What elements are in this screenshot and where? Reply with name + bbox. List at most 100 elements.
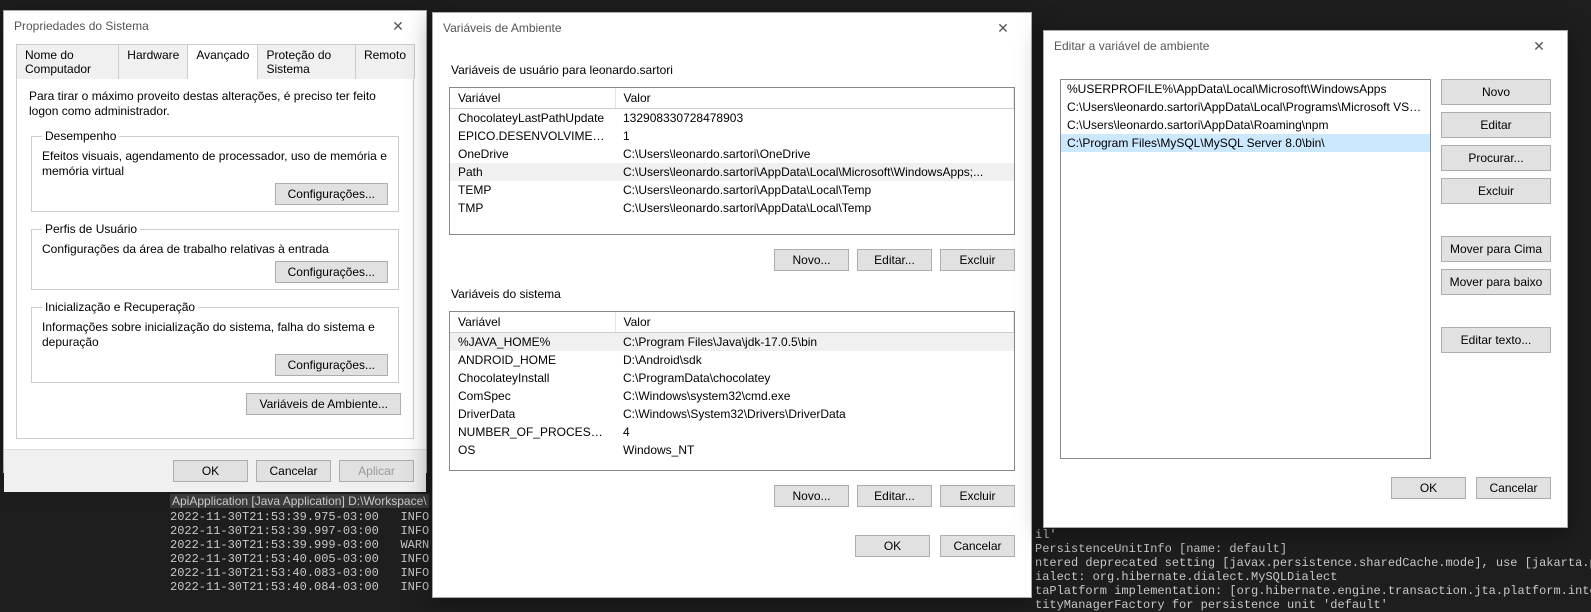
- table-row[interactable]: TMPC:\Users\leonardo.sartori\AppData\Loc…: [450, 199, 1014, 217]
- user-vars-table[interactable]: Variável Valor ChocolateyLastPathUpdate1…: [449, 87, 1015, 235]
- var-name: ANDROID_HOME: [450, 351, 615, 369]
- var-name: DriverData: [450, 405, 615, 423]
- table-row[interactable]: DriverDataC:\Windows\System32\Drivers\Dr…: [450, 405, 1014, 423]
- console-output: 2022-11-30T21:53:39.975-03:00 INFO 1 202…: [170, 510, 444, 594]
- group-text: Configurações da área de trabalho relati…: [42, 242, 388, 257]
- environment-variables-dialog: Variáveis de Ambiente ✕ Variáveis de usu…: [432, 12, 1032, 598]
- startup-recovery-settings-button[interactable]: Configurações...: [275, 354, 388, 376]
- var-value: C:\Windows\system32\cmd.exe: [615, 387, 1014, 405]
- dialog-title: Editar a variável de ambiente: [1054, 39, 1519, 53]
- titlebar[interactable]: Propriedades do Sistema ✕: [4, 11, 426, 41]
- col-value[interactable]: Valor: [615, 88, 1014, 109]
- dialog-title: Propriedades do Sistema: [14, 19, 378, 33]
- user-new-button[interactable]: Novo...: [774, 249, 849, 271]
- delete-button[interactable]: Excluir: [1441, 178, 1551, 204]
- col-variable[interactable]: Variável: [450, 88, 615, 109]
- var-name: NUMBER_OF_PROCESSORS: [450, 423, 615, 441]
- table-row[interactable]: ChocolateyInstallC:\ProgramData\chocolat…: [450, 369, 1014, 387]
- list-item[interactable]: C:\Program Files\MySQL\MySQL Server 8.0\…: [1061, 134, 1430, 152]
- group-title: Perfis de Usuário: [42, 222, 140, 236]
- move-down-button[interactable]: Mover para baixo: [1441, 269, 1551, 295]
- var-value: C:\Users\leonardo.sartori\AppData\Local\…: [615, 163, 1014, 181]
- table-row[interactable]: OneDriveC:\Users\leonardo.sartori\OneDri…: [450, 145, 1014, 163]
- list-item[interactable]: %USERPROFILE%\AppData\Local\Microsoft\Wi…: [1061, 80, 1430, 98]
- tab-computer-name[interactable]: Nome do Computador: [16, 44, 119, 79]
- system-vars-label: Variáveis do sistema: [451, 287, 1015, 301]
- run-config-label: ApiApplication [Java Application] D:\Wor…: [170, 494, 429, 508]
- user-delete-button[interactable]: Excluir: [940, 249, 1015, 271]
- dialog-footer: OK Cancelar Aplicar: [4, 449, 426, 492]
- titlebar[interactable]: Editar a variável de ambiente ✕: [1044, 31, 1567, 61]
- var-name: TEMP: [450, 181, 615, 199]
- group-title: Inicialização e Recuperação: [42, 300, 198, 314]
- performance-settings-button[interactable]: Configurações...: [275, 183, 388, 205]
- table-row[interactable]: ComSpecC:\Windows\system32\cmd.exe: [450, 387, 1014, 405]
- path-entries-list[interactable]: %USERPROFILE%\AppData\Local\Microsoft\Wi…: [1060, 79, 1431, 459]
- system-properties-dialog: Propriedades do Sistema ✕ Nome do Comput…: [3, 10, 427, 473]
- var-value: C:\Windows\System32\Drivers\DriverData: [615, 405, 1014, 423]
- group-text: Efeitos visuais, agendamento de processa…: [42, 149, 388, 179]
- list-item[interactable]: C:\Users\leonardo.sartori\AppData\Roamin…: [1061, 116, 1430, 134]
- console-output-right: il' PersistenceUnitInfo [name: default] …: [1035, 528, 1591, 612]
- col-variable[interactable]: Variável: [450, 312, 615, 333]
- move-up-button[interactable]: Mover para Cima: [1441, 236, 1551, 262]
- cancel-button[interactable]: Cancelar: [256, 460, 331, 482]
- tab-system-protection[interactable]: Proteção do Sistema: [257, 44, 355, 79]
- var-value: 132908330728478903: [615, 109, 1014, 128]
- ok-button[interactable]: OK: [1391, 477, 1466, 499]
- var-name: TMP: [450, 199, 615, 217]
- cancel-button[interactable]: Cancelar: [940, 535, 1015, 557]
- close-icon[interactable]: ✕: [1519, 32, 1559, 60]
- table-row[interactable]: ChocolateyLastPathUpdate1329083307284789…: [450, 109, 1014, 128]
- var-value: C:\Users\leonardo.sartori\AppData\Local\…: [615, 181, 1014, 199]
- sys-edit-button[interactable]: Editar...: [857, 485, 932, 507]
- sys-delete-button[interactable]: Excluir: [940, 485, 1015, 507]
- table-row[interactable]: OSWindows_NT: [450, 441, 1014, 459]
- table-row[interactable]: PathC:\Users\leonardo.sartori\AppData\Lo…: [450, 163, 1014, 181]
- table-row[interactable]: TEMPC:\Users\leonardo.sartori\AppData\Lo…: [450, 181, 1014, 199]
- apply-button[interactable]: Aplicar: [339, 460, 414, 482]
- cancel-button[interactable]: Cancelar: [1476, 477, 1551, 499]
- close-icon[interactable]: ✕: [378, 12, 418, 40]
- edit-environment-variable-dialog: Editar a variável de ambiente ✕ %USERPRO…: [1043, 30, 1568, 528]
- ok-button[interactable]: OK: [173, 460, 248, 482]
- browse-button[interactable]: Procurar...: [1441, 145, 1551, 171]
- table-row[interactable]: EPICO.DESENVOLVIMENTO1: [450, 127, 1014, 145]
- var-name: OneDrive: [450, 145, 615, 163]
- close-icon[interactable]: ✕: [983, 14, 1023, 42]
- var-name: ChocolateyInstall: [450, 369, 615, 387]
- titlebar[interactable]: Variáveis de Ambiente ✕: [433, 13, 1031, 43]
- edit-button[interactable]: Editar: [1441, 112, 1551, 138]
- user-edit-button[interactable]: Editar...: [857, 249, 932, 271]
- var-value: C:\Users\leonardo.sartori\AppData\Local\…: [615, 199, 1014, 217]
- user-profiles-settings-button[interactable]: Configurações...: [275, 261, 388, 283]
- var-name: ChocolateyLastPathUpdate: [450, 109, 615, 128]
- tab-hardware[interactable]: Hardware: [118, 44, 188, 79]
- table-row[interactable]: %JAVA_HOME%C:\Program Files\Java\jdk-17.…: [450, 333, 1014, 352]
- side-buttons: Novo Editar Procurar... Excluir Mover pa…: [1441, 79, 1551, 459]
- var-value: C:\Users\leonardo.sartori\OneDrive: [615, 145, 1014, 163]
- var-name: Path: [450, 163, 615, 181]
- tab-advanced[interactable]: Avançado: [187, 44, 258, 79]
- new-button[interactable]: Novo: [1441, 79, 1551, 105]
- var-name: OS: [450, 441, 615, 459]
- environment-variables-button[interactable]: Variáveis de Ambiente...: [246, 393, 401, 415]
- user-profiles-group: Perfis de Usuário Configurações da área …: [31, 222, 399, 290]
- startup-recovery-group: Inicialização e Recuperação Informações …: [31, 300, 399, 383]
- sys-new-button[interactable]: Novo...: [774, 485, 849, 507]
- user-vars-label: Variáveis de usuário para leonardo.sarto…: [451, 63, 1015, 77]
- admin-note: Para tirar o máximo proveito destas alte…: [29, 89, 401, 119]
- table-row[interactable]: ANDROID_HOMED:\Android\sdk: [450, 351, 1014, 369]
- tab-remote[interactable]: Remoto: [355, 44, 415, 79]
- list-item[interactable]: C:\Users\leonardo.sartori\AppData\Local\…: [1061, 98, 1430, 116]
- performance-group: Desempenho Efeitos visuais, agendamento …: [31, 129, 399, 212]
- ok-button[interactable]: OK: [855, 535, 930, 557]
- group-title: Desempenho: [42, 129, 119, 143]
- system-vars-table[interactable]: Variável Valor %JAVA_HOME%C:\Program Fil…: [449, 311, 1015, 471]
- edit-text-button[interactable]: Editar texto...: [1441, 327, 1551, 353]
- table-row[interactable]: NUMBER_OF_PROCESSORS4: [450, 423, 1014, 441]
- dialog-title: Variáveis de Ambiente: [443, 21, 983, 35]
- var-value: C:\ProgramData\chocolatey: [615, 369, 1014, 387]
- col-value[interactable]: Valor: [615, 312, 1014, 333]
- var-value: 4: [615, 423, 1014, 441]
